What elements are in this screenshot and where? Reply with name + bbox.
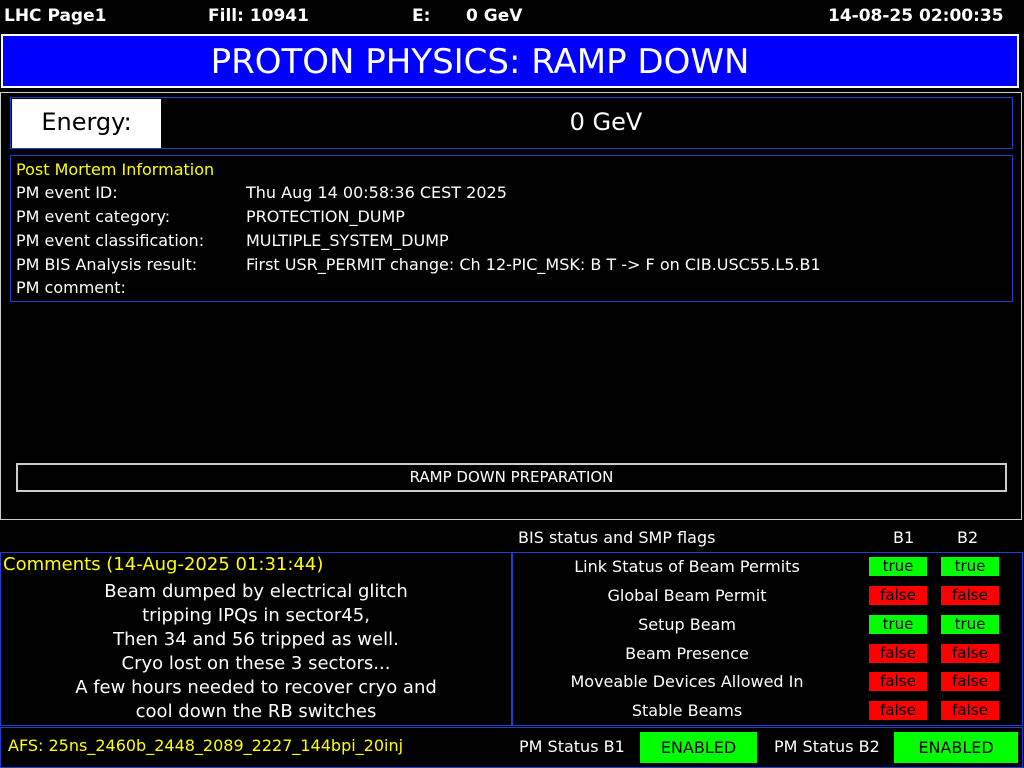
pm-bis-analysis-label: PM BIS Analysis result: (16, 255, 198, 274)
flag-label: Beam Presence (625, 644, 749, 663)
flag-b1-value: false (869, 672, 927, 691)
pm-event-classification-value: MULTIPLE_SYSTEM_DUMP (246, 231, 449, 250)
pm-status-b2-value: ENABLED (894, 732, 1018, 763)
flag-b2-value: false (941, 586, 999, 605)
bis-col-b2: B2 (957, 528, 979, 547)
datetime: 14-08-25 02:00:35 (828, 6, 1004, 26)
pm-bis-analysis-value: First USR_PERMIT change: Ch 12-PIC_MSK: … (246, 255, 821, 274)
flag-b1-value: true (869, 615, 927, 634)
flag-b1-value: false (869, 644, 927, 663)
flag-b2-value: false (941, 701, 999, 720)
comment-line: A few hours needed to recover cryo and (75, 677, 437, 698)
bis-section-title: BIS status and SMP flags (518, 528, 716, 547)
bis-col-b1: B1 (893, 528, 915, 547)
comment-line: Beam dumped by electrical glitch (104, 581, 408, 602)
flag-b2-value: true (941, 615, 999, 634)
pm-status-b1-value: ENABLED (640, 732, 757, 763)
pm-status-b2-label: PM Status B2 (774, 737, 880, 756)
flag-b2-value: true (941, 557, 999, 576)
top-status-bar: LHC Page1 Fill: 10941 E: 0 GeV 14-08-25 … (0, 0, 1024, 32)
comments-title: Comments (14-Aug-2025 01:31:44) (3, 554, 324, 575)
post-mortem-title: Post Mortem Information (16, 160, 215, 179)
energy-label: Energy: (12, 99, 161, 148)
afs-filling-scheme: AFS: 25ns_2460b_2448_2089_2227_144bpi_20… (8, 736, 404, 755)
flag-label: Setup Beam (638, 615, 736, 634)
energy-short-label: E: (412, 6, 431, 26)
page-name: LHC Page1 (4, 6, 107, 26)
fill-number: Fill: 10941 (208, 6, 309, 26)
flag-row-stable-beams: Stable Beams false false (512, 696, 1023, 725)
comments-body: Beam dumped by electrical glitch trippin… (0, 580, 512, 724)
flag-b2-value: false (941, 672, 999, 691)
flag-label: Stable Beams (631, 701, 743, 720)
pm-status-b1-label: PM Status B1 (519, 737, 625, 756)
pm-event-classification-label: PM event classification: (16, 231, 205, 250)
flag-row-moveable-devices: Moveable Devices Allowed In false false (512, 667, 1023, 696)
pm-event-id-label: PM event ID: (16, 183, 118, 202)
energy-value: 0 GeV (569, 108, 643, 136)
flag-row-link-status: Link Status of Beam Permits true true (512, 552, 1023, 581)
page-title: PROTON PHYSICS: RAMP DOWN (1, 34, 1019, 88)
pm-event-id-value: Thu Aug 14 00:58:36 CEST 2025 (246, 183, 507, 202)
flag-label: Link Status of Beam Permits (574, 557, 800, 576)
comment-line: Cryo lost on these 3 sectors... (121, 653, 391, 674)
flag-row-beam-presence: Beam Presence false false (512, 639, 1023, 668)
status-banner: RAMP DOWN PREPARATION (16, 463, 1007, 492)
pm-comment-label: PM comment: (16, 278, 126, 297)
comment-line: cool down the RB switches (135, 701, 377, 722)
energy-short-value: 0 GeV (466, 6, 523, 26)
flag-label: Moveable Devices Allowed In (570, 672, 804, 691)
flag-row-global-beam-permit: Global Beam Permit false false (512, 581, 1023, 610)
flag-row-setup-beam: Setup Beam true true (512, 610, 1023, 639)
flag-b1-value: false (869, 701, 927, 720)
comment-line: Then 34 and 56 tripped as well. (113, 629, 399, 650)
pm-event-category-label: PM event category: (16, 207, 171, 226)
flag-b1-value: false (869, 586, 927, 605)
comment-line: tripping IPQs in sector45, (142, 605, 370, 626)
flag-label: Global Beam Permit (607, 586, 767, 605)
flag-b2-value: false (941, 644, 999, 663)
pm-event-category-value: PROTECTION_DUMP (246, 207, 405, 226)
flag-b1-value: true (869, 557, 927, 576)
